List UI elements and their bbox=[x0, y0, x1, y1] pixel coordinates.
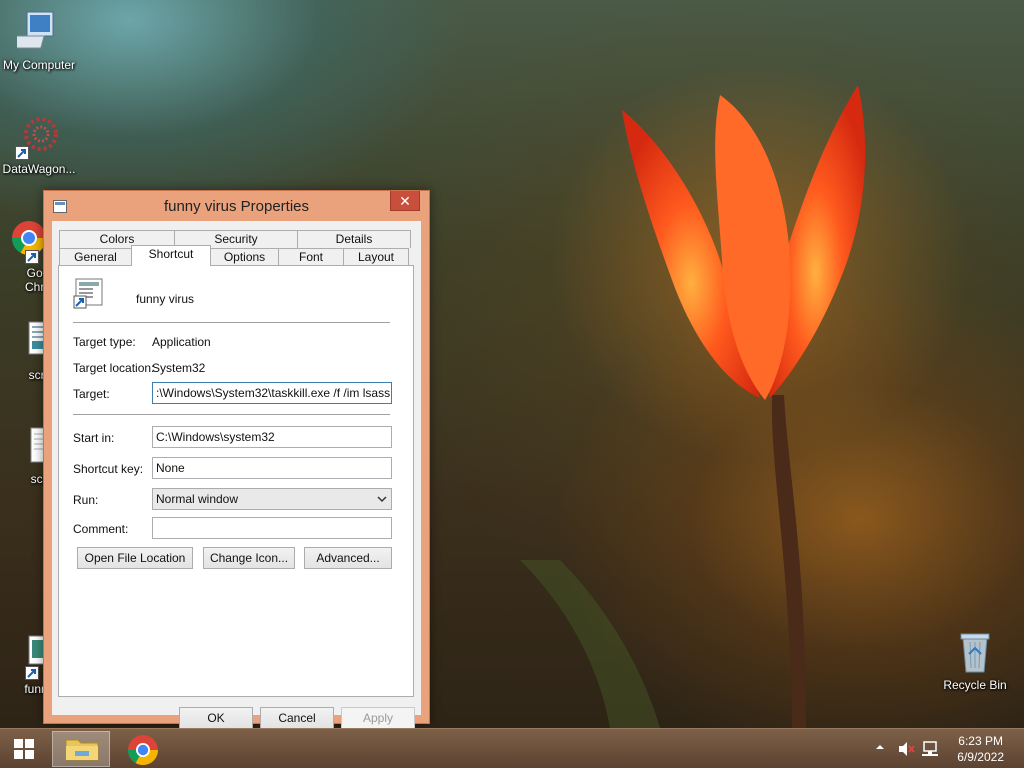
desktop-icon-recycle-bin[interactable]: Recycle Bin bbox=[933, 630, 1017, 692]
taskbar-chrome[interactable] bbox=[118, 731, 168, 767]
taskbar-file-explorer[interactable] bbox=[52, 731, 110, 767]
tab-font[interactable]: Font bbox=[278, 248, 344, 266]
comment-label: Comment: bbox=[73, 522, 129, 536]
ok-button[interactable]: OK bbox=[179, 707, 253, 729]
chevron-up-icon bbox=[876, 745, 884, 749]
folder-icon bbox=[65, 739, 99, 761]
dialog-client: Colors Security Details General Shortcut… bbox=[52, 221, 421, 729]
computer-icon bbox=[10, 10, 61, 54]
shortcut-key-label: Shortcut key: bbox=[73, 462, 144, 476]
tab-row-bottom: General Shortcut Options Font Layout bbox=[59, 245, 409, 266]
start-in-label: Start in: bbox=[73, 431, 115, 445]
target-input[interactable]: :\Windows\System32\taskkill.exe /f /im l… bbox=[152, 382, 392, 404]
clock-time: 6:23 PM bbox=[958, 734, 1003, 748]
shortcut-tab-panel: funny virus Target type: Application Tar… bbox=[58, 265, 414, 697]
shortcut-arrow-icon bbox=[25, 666, 39, 680]
network-icon[interactable] bbox=[921, 740, 939, 761]
dialog-title: funny virus Properties bbox=[163, 198, 310, 215]
tab-general[interactable]: General bbox=[59, 248, 132, 266]
chevron-down-icon bbox=[377, 492, 387, 506]
windows-logo-icon bbox=[14, 739, 34, 759]
divider bbox=[73, 414, 390, 415]
clock[interactable]: 6:23 PM 6/9/2022 bbox=[957, 733, 1004, 765]
datawagon-icon bbox=[15, 114, 61, 160]
target-label: Target: bbox=[73, 387, 110, 401]
change-icon-button[interactable]: Change Icon... bbox=[203, 547, 295, 569]
close-button[interactable]: ✕ bbox=[390, 191, 420, 211]
target-location-value: System32 bbox=[152, 361, 206, 375]
divider bbox=[73, 322, 390, 323]
shortcut-arrow-icon bbox=[15, 146, 29, 160]
cancel-button[interactable]: Cancel bbox=[260, 707, 334, 729]
start-in-input[interactable]: C:\Windows\system32 bbox=[152, 426, 392, 448]
shortcut-key-input[interactable]: None bbox=[152, 457, 392, 479]
desktop-icon-datawagon[interactable]: DataWagon... bbox=[0, 114, 81, 176]
run-select[interactable]: Normal window bbox=[152, 488, 392, 510]
comment-input[interactable] bbox=[152, 517, 392, 539]
target-location-label: Target location: bbox=[73, 361, 155, 375]
start-button[interactable] bbox=[4, 731, 44, 767]
desktop-icon-my-computer[interactable]: My Computer bbox=[0, 10, 81, 72]
taskbar: 6:23 PM 6/9/2022 bbox=[0, 728, 1024, 768]
tab-shortcut[interactable]: Shortcut bbox=[131, 245, 211, 266]
run-select-value: Normal window bbox=[156, 492, 239, 506]
properties-dialog[interactable]: funny virus Properties ✕ Colors Security… bbox=[43, 190, 430, 729]
tab-layout[interactable]: Layout bbox=[343, 248, 409, 266]
tab-options[interactable]: Options bbox=[210, 248, 279, 266]
recycle-bin-icon bbox=[953, 630, 997, 674]
tab-row-top: Colors Security Details bbox=[59, 230, 411, 248]
apply-button[interactable]: Apply bbox=[341, 707, 415, 729]
shortcut-name: funny virus bbox=[136, 292, 195, 306]
advanced-button[interactable]: Advanced... bbox=[304, 547, 392, 569]
target-type-label: Target type: bbox=[73, 335, 136, 349]
shortcut-arrow-icon bbox=[25, 250, 39, 264]
tab-details[interactable]: Details bbox=[297, 230, 411, 248]
volume-muted-icon[interactable] bbox=[897, 740, 915, 761]
chrome-icon bbox=[128, 735, 158, 766]
dialog-titlebar[interactable]: funny virus Properties ✕ bbox=[44, 191, 429, 221]
open-file-location-button[interactable]: Open File Location bbox=[77, 547, 193, 569]
show-hidden-icons-button[interactable] bbox=[875, 741, 885, 755]
run-label: Run: bbox=[73, 493, 99, 507]
shortcut-file-icon bbox=[73, 278, 105, 310]
clock-date: 6/9/2022 bbox=[957, 750, 1004, 764]
target-type-value: Application bbox=[152, 335, 211, 349]
